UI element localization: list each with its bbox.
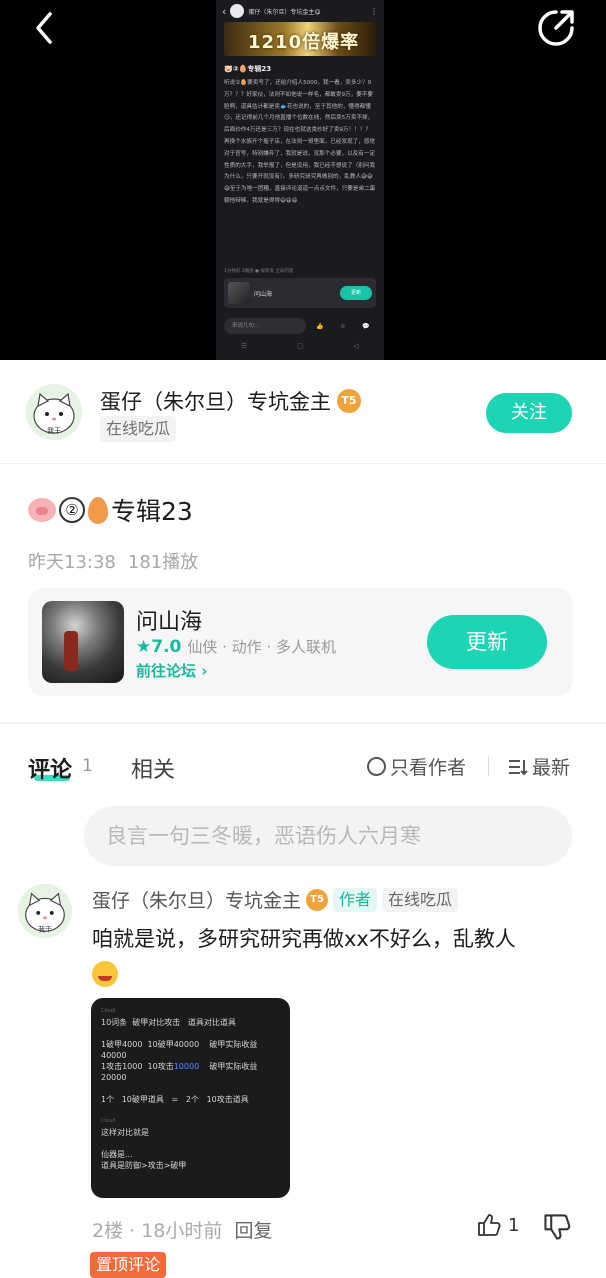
egg-emoji-icon bbox=[88, 496, 108, 524]
level-badge: T5 bbox=[306, 888, 329, 911]
game-name: 问山海 bbox=[136, 610, 203, 635]
thumbs-up-icon bbox=[478, 1214, 501, 1236]
game-tags: 仙侠 · 动作 · 多人联机 bbox=[187, 638, 336, 656]
frame-game-card: 问山海 更新 bbox=[224, 278, 376, 308]
tab-related[interactable]: 相关 bbox=[131, 752, 175, 784]
level-badge: T5 bbox=[337, 389, 361, 413]
svg-text:我干: 我干 bbox=[38, 924, 52, 933]
status-tag: 在线吃瓜 bbox=[100, 416, 177, 442]
sort-icon bbox=[509, 759, 528, 775]
reply-button[interactable]: 回复 bbox=[234, 1220, 272, 1242]
video-frame-screen: ‹ 蛋仔（朱尔旦）专坑金主😋 ⋮ 1210倍爆率 🐷②🥚专辑23 听说②🥚要卖号… bbox=[216, 0, 384, 360]
radio-circle-icon bbox=[367, 757, 386, 776]
post-time: 昨天13:38 bbox=[28, 552, 116, 573]
avatar[interactable]: 我干 bbox=[26, 384, 82, 440]
game-stats: ★7.0 仙侠 · 动作 · 多人联机 bbox=[136, 636, 336, 657]
svg-text:我干: 我干 bbox=[47, 426, 61, 435]
frame-comment-icon: 💬 bbox=[362, 322, 370, 330]
frame-star-icon: ☆ bbox=[340, 322, 346, 330]
author-header: 我干 蛋仔（朱尔旦）专坑金主 T5 在线吃瓜 关注 bbox=[0, 360, 606, 464]
comment-input[interactable]: 良言一句三冬暖，恶语伤人六月寒 bbox=[84, 806, 572, 866]
frame-banner: 1210倍爆率 bbox=[224, 22, 376, 56]
sort-newest-button[interactable]: 最新 bbox=[508, 753, 570, 780]
author-tag: 作者 bbox=[333, 887, 378, 912]
like-button[interactable]: 1 bbox=[476, 1212, 519, 1238]
pinned-comment-tag: 置顶评论 bbox=[90, 1252, 167, 1278]
forum-link[interactable]: 前往论坛 › bbox=[136, 660, 207, 681]
frame-nav-bar: ☰ ▢ ◁ bbox=[240, 342, 360, 350]
update-button[interactable]: 更新 bbox=[427, 615, 547, 669]
pig-emoji-icon bbox=[28, 498, 56, 522]
game-cover-image[interactable] bbox=[42, 601, 124, 683]
frame-back-icon: ‹ bbox=[222, 4, 227, 18]
commenter-name[interactable]: 蛋仔（朱尔旦）专坑金主 T5 作者 在线吃瓜 bbox=[92, 886, 459, 913]
frame-avatar bbox=[230, 4, 245, 18]
comments-count: 1 bbox=[82, 756, 93, 776]
comment-floor: 2楼 bbox=[92, 1220, 124, 1242]
frame-post-meta: 1分钟前 2播放 ● 被转发 全局内容 bbox=[224, 269, 294, 274]
comment-footer: 2楼 · 18小时前 回复 bbox=[92, 1220, 273, 1242]
post-plays: 181播放 bbox=[127, 552, 199, 573]
cat-avatar-icon: 我干 bbox=[18, 884, 72, 938]
post-meta: 昨天13:38 181播放 bbox=[28, 548, 198, 574]
back-arrow-icon[interactable] bbox=[22, 6, 66, 50]
frame-actions: 👍 ☆ 💬 bbox=[308, 318, 378, 334]
video-player[interactable]: ‹ 蛋仔（朱尔旦）专坑金主😋 ⋮ 1210倍爆率 🐷②🥚专辑23 听说②🥚要卖号… bbox=[0, 0, 606, 360]
section-divider bbox=[0, 722, 606, 724]
tab-comments[interactable]: 评论 bbox=[28, 752, 72, 784]
frame-username: 蛋仔（朱尔旦）专坑金主😋 bbox=[248, 8, 321, 16]
author-only-toggle[interactable]: 只看作者 bbox=[367, 753, 466, 780]
frame-like-icon: 👍 bbox=[316, 322, 324, 330]
frame-post-body: 听说②🥚要卖号了，还给介绍人5000，我一看，卖多少？9万？？？好家伙，法则不如… bbox=[224, 80, 376, 204]
cat-avatar-icon: 我干 bbox=[26, 384, 82, 440]
comment-image[interactable]: Cloud 10词条 破甲对比攻击 道具对比道具 1破甲4000 10破甲400… bbox=[91, 998, 290, 1198]
frame-more-icon: ⋮ bbox=[370, 6, 378, 16]
like-count: 1 bbox=[508, 1214, 520, 1236]
filter-divider bbox=[488, 756, 489, 776]
author-name[interactable]: 蛋仔（朱尔旦）专坑金主 T5 bbox=[100, 386, 361, 416]
thumbs-down-icon[interactable] bbox=[542, 1212, 572, 1242]
comment-time: 18小时前 bbox=[141, 1220, 223, 1242]
frame-post-title: 🐷②🥚专辑23 bbox=[224, 65, 272, 73]
laughing-emoji-icon bbox=[92, 961, 118, 987]
status-tag: 在线吃瓜 bbox=[382, 887, 459, 912]
game-card[interactable]: 问山海 ★7.0 仙侠 · 动作 · 多人联机 前往论坛 › 更新 bbox=[28, 588, 573, 696]
comment-text: 咱就是说，多研究研究再做xx不好么，乱教人 bbox=[92, 922, 582, 990]
post-title: ② 专辑23 bbox=[28, 492, 193, 528]
circle-number: ② bbox=[59, 497, 85, 523]
commenter-avatar[interactable]: 我干 bbox=[18, 884, 72, 938]
frame-game-cover bbox=[228, 282, 250, 304]
follow-button[interactable]: 关注 bbox=[486, 393, 572, 433]
share-icon[interactable] bbox=[532, 4, 580, 52]
game-rating: ★7.0 bbox=[136, 636, 182, 657]
image-header: Cloud bbox=[101, 1008, 116, 1014]
frame-input: 来说几句... bbox=[224, 318, 306, 334]
